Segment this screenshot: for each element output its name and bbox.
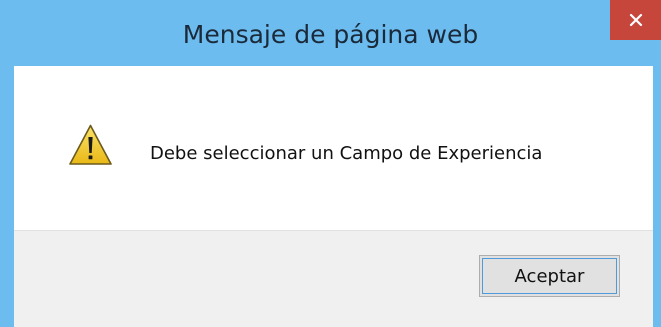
dialog-content: Debe seleccionar un Campo de Experiencia [14,66,653,230]
close-button[interactable] [610,0,661,40]
accept-button[interactable]: Aceptar [479,255,620,297]
message-dialog: Mensaje de página web Debe seleccionar u… [0,0,661,327]
dialog-title: Mensaje de página web [182,20,479,49]
dialog-titlebar[interactable]: Mensaje de página web [0,0,661,66]
dialog-message: Debe seleccionar un Campo de Experiencia [150,143,543,164]
dialog-footer: Aceptar [14,230,653,327]
close-icon [629,13,642,27]
warning-icon [69,124,112,165]
accept-button-label: Aceptar [514,265,585,287]
